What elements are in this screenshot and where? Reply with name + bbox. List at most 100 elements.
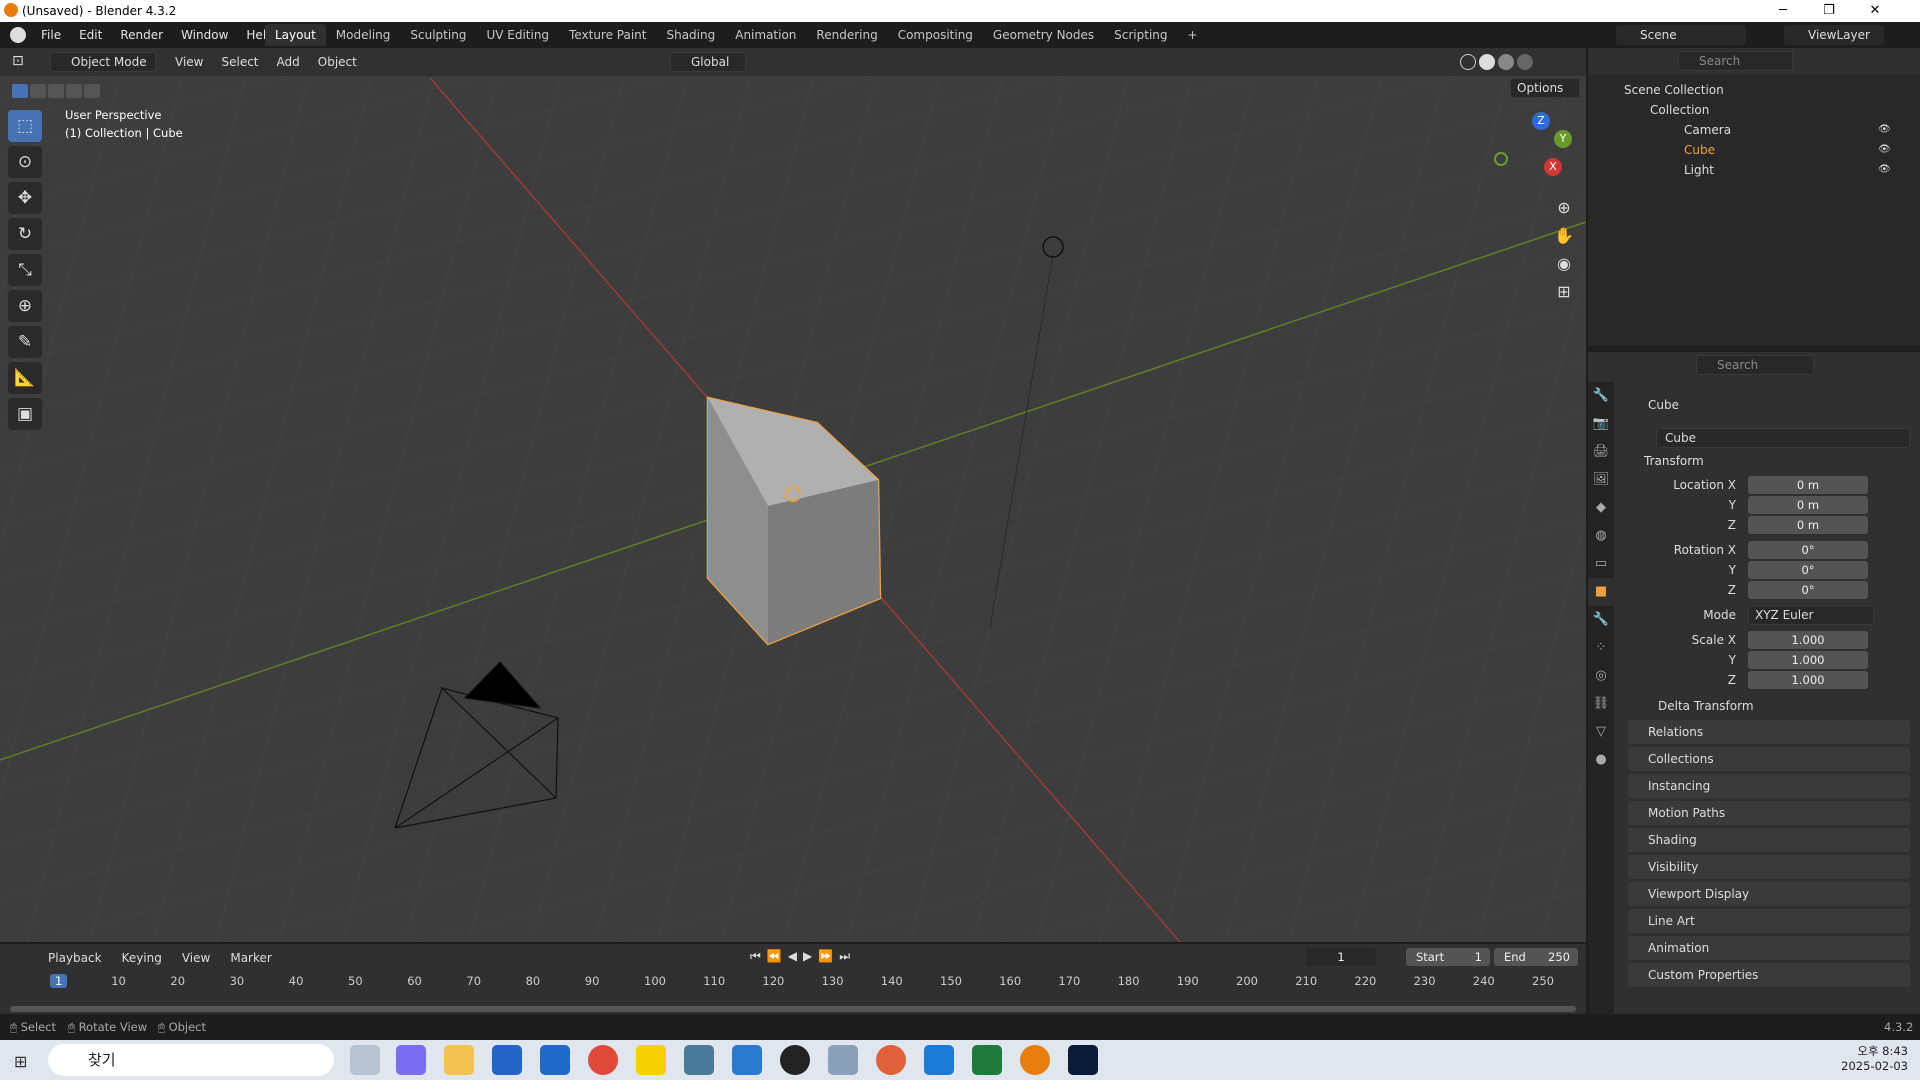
jump-keyframe-forward-icon[interactable]: ⏩: [818, 949, 833, 964]
file-explorer-icon[interactable]: [444, 1045, 474, 1075]
rotation-z-field[interactable]: 0°: [1748, 581, 1868, 599]
blender-taskbar-icon[interactable]: [1020, 1045, 1050, 1075]
copilot-icon[interactable]: [396, 1045, 426, 1075]
timeline-menu-playback[interactable]: Playback: [40, 948, 110, 968]
tab--[interactable]: +: [1178, 24, 1208, 46]
firefox-icon[interactable]: [876, 1045, 906, 1075]
menu-file[interactable]: File: [32, 28, 70, 42]
annotate-tool-icon[interactable]: ✎: [8, 326, 42, 358]
object-name-field[interactable]: Cube: [1656, 428, 1910, 448]
rotation-y-field[interactable]: 0°: [1748, 561, 1868, 579]
excel-icon[interactable]: [972, 1045, 1002, 1075]
world-tab-icon[interactable]: ◍: [1588, 522, 1614, 550]
scale-tool-icon[interactable]: ⤡: [8, 254, 42, 286]
location-x-field[interactable]: 0 m: [1748, 476, 1868, 494]
panel-viewport-display[interactable]: Viewport Display: [1628, 882, 1910, 906]
location-z-field[interactable]: 0 m: [1748, 516, 1868, 534]
rotation-mode-dropdown[interactable]: XYZ Euler: [1748, 605, 1874, 625]
timeline-menu-keying[interactable]: Keying: [114, 948, 170, 968]
menu-window[interactable]: Window: [172, 28, 237, 42]
play-icon[interactable]: ▶: [803, 949, 812, 964]
render-tab-icon[interactable]: 📷: [1588, 410, 1614, 438]
taskbar-clock[interactable]: 오후 8:43 2025-02-03: [1838, 1043, 1908, 1073]
ortho-grid-icon[interactable]: ⊞: [1552, 282, 1576, 310]
gizmo-y[interactable]: Y: [1554, 130, 1572, 148]
3d-viewport[interactable]: User Perspective (1) Collection | Cube Z…: [0, 48, 1586, 942]
tab-modeling[interactable]: Modeling: [326, 24, 401, 46]
view-layer-tab-icon[interactable]: 🖼: [1588, 466, 1614, 494]
visibility-eye-icon[interactable]: 👁: [1878, 140, 1891, 160]
select-subtract-mode-icon[interactable]: [48, 84, 64, 98]
particles-tab-icon[interactable]: ⁘: [1588, 634, 1614, 662]
panel-motion-paths[interactable]: Motion Paths: [1628, 801, 1910, 825]
camera-view-icon[interactable]: ◉: [1552, 254, 1576, 282]
play-reverse-icon[interactable]: ◀: [788, 949, 797, 964]
modifier-tab-icon[interactable]: 🔧: [1588, 606, 1614, 634]
scale-y-field[interactable]: 1.000: [1748, 651, 1868, 669]
viewport-menu-add[interactable]: Add: [268, 52, 309, 72]
app-icon[interactable]: [924, 1045, 954, 1075]
viewlayer-selector[interactable]: ViewLayer: [1784, 25, 1884, 45]
move-tool-icon[interactable]: ✥: [8, 182, 42, 214]
select-extend-mode-icon[interactable]: [30, 84, 46, 98]
visibility-eye-icon[interactable]: 👁: [1878, 120, 1891, 140]
gizmo-z[interactable]: Z: [1532, 112, 1550, 130]
solid-shading-icon[interactable]: [1479, 54, 1495, 70]
timeline-ruler[interactable]: 1 10 20 30 40 50 60 70 80 90 100 110 120 130 140 150 160…: [0, 972, 1586, 992]
tab-compositing[interactable]: Compositing: [888, 24, 983, 46]
transform-tool-icon[interactable]: ⊕: [8, 290, 42, 322]
collection-tab-icon[interactable]: ▭: [1588, 550, 1614, 578]
wireframe-shading-icon[interactable]: [1460, 54, 1476, 70]
photoshop-icon[interactable]: [1068, 1045, 1098, 1075]
orientation-dropdown[interactable]: Global: [670, 52, 746, 72]
chrome-icon[interactable]: [588, 1045, 618, 1075]
viewport-menu-view[interactable]: View: [166, 52, 212, 72]
panel-shading[interactable]: Shading: [1628, 828, 1910, 852]
tab-sculpting[interactable]: Sculpting: [400, 24, 476, 46]
jump-end-icon[interactable]: ⏭: [839, 949, 850, 964]
select-invert-mode-icon[interactable]: [66, 84, 82, 98]
scale-x-field[interactable]: 1.000: [1748, 631, 1868, 649]
transform-panel-header[interactable]: Transform: [1644, 454, 1704, 468]
minimize-button[interactable]: ─: [1760, 0, 1806, 22]
options-dropdown[interactable]: Options: [1510, 78, 1580, 98]
current-frame-field[interactable]: 1: [1306, 948, 1376, 966]
end-frame-field[interactable]: End 250: [1494, 948, 1578, 966]
tab-geometry-nodes[interactable]: Geometry Nodes: [983, 24, 1104, 46]
panel-custom-properties[interactable]: Custom Properties: [1628, 963, 1910, 987]
panel-line-art[interactable]: Line Art: [1628, 909, 1910, 933]
scene-tab-icon[interactable]: ◆: [1588, 494, 1614, 522]
task-view-icon[interactable]: [350, 1045, 380, 1075]
tab-uv-editing[interactable]: UV Editing: [476, 24, 559, 46]
viewport-menu-object[interactable]: Object: [309, 52, 366, 72]
material-tab-icon[interactable]: ●: [1588, 746, 1614, 774]
constraints-tab-icon[interactable]: ⛓: [1588, 690, 1614, 718]
notes-icon[interactable]: [828, 1045, 858, 1075]
panel-animation[interactable]: Animation: [1628, 936, 1910, 960]
mode-dropdown[interactable]: Object Mode: [50, 52, 156, 72]
store-icon[interactable]: [492, 1045, 522, 1075]
select-box-tool-icon[interactable]: ⬚: [8, 110, 42, 142]
material-shading-icon[interactable]: [1498, 54, 1514, 70]
physics-tab-icon[interactable]: ◎: [1588, 662, 1614, 690]
tool-tab-icon[interactable]: 🔧: [1588, 382, 1614, 410]
rotation-x-field[interactable]: 0°: [1748, 541, 1868, 559]
menu-render[interactable]: Render: [111, 28, 172, 42]
close-button[interactable]: ✕: [1852, 0, 1898, 22]
restore-button[interactable]: ❐: [1806, 0, 1852, 22]
properties-search-input[interactable]: Search: [1696, 355, 1814, 375]
vscode-icon[interactable]: [732, 1045, 762, 1075]
measure-tool-icon[interactable]: 📐: [8, 362, 42, 394]
outliner-search-input[interactable]: Search: [1678, 51, 1793, 71]
rendered-shading-icon[interactable]: [1517, 54, 1533, 70]
calculator-icon[interactable]: [684, 1045, 714, 1075]
panel-instancing[interactable]: Instancing: [1628, 774, 1910, 798]
tab-texture-paint[interactable]: Texture Paint: [559, 24, 656, 46]
timeline-menu-view[interactable]: View: [174, 948, 218, 968]
viewport-menu-select[interactable]: Select: [212, 52, 267, 72]
delta-transform-subpanel[interactable]: Delta Transform: [1658, 699, 1754, 713]
select-box-mode-icon[interactable]: [12, 84, 28, 98]
outliner-item-cube[interactable]: Cube 👁: [1588, 140, 1920, 160]
timeline-scrollbar[interactable]: [10, 1006, 1576, 1012]
scale-z-field[interactable]: 1.000: [1748, 671, 1868, 689]
